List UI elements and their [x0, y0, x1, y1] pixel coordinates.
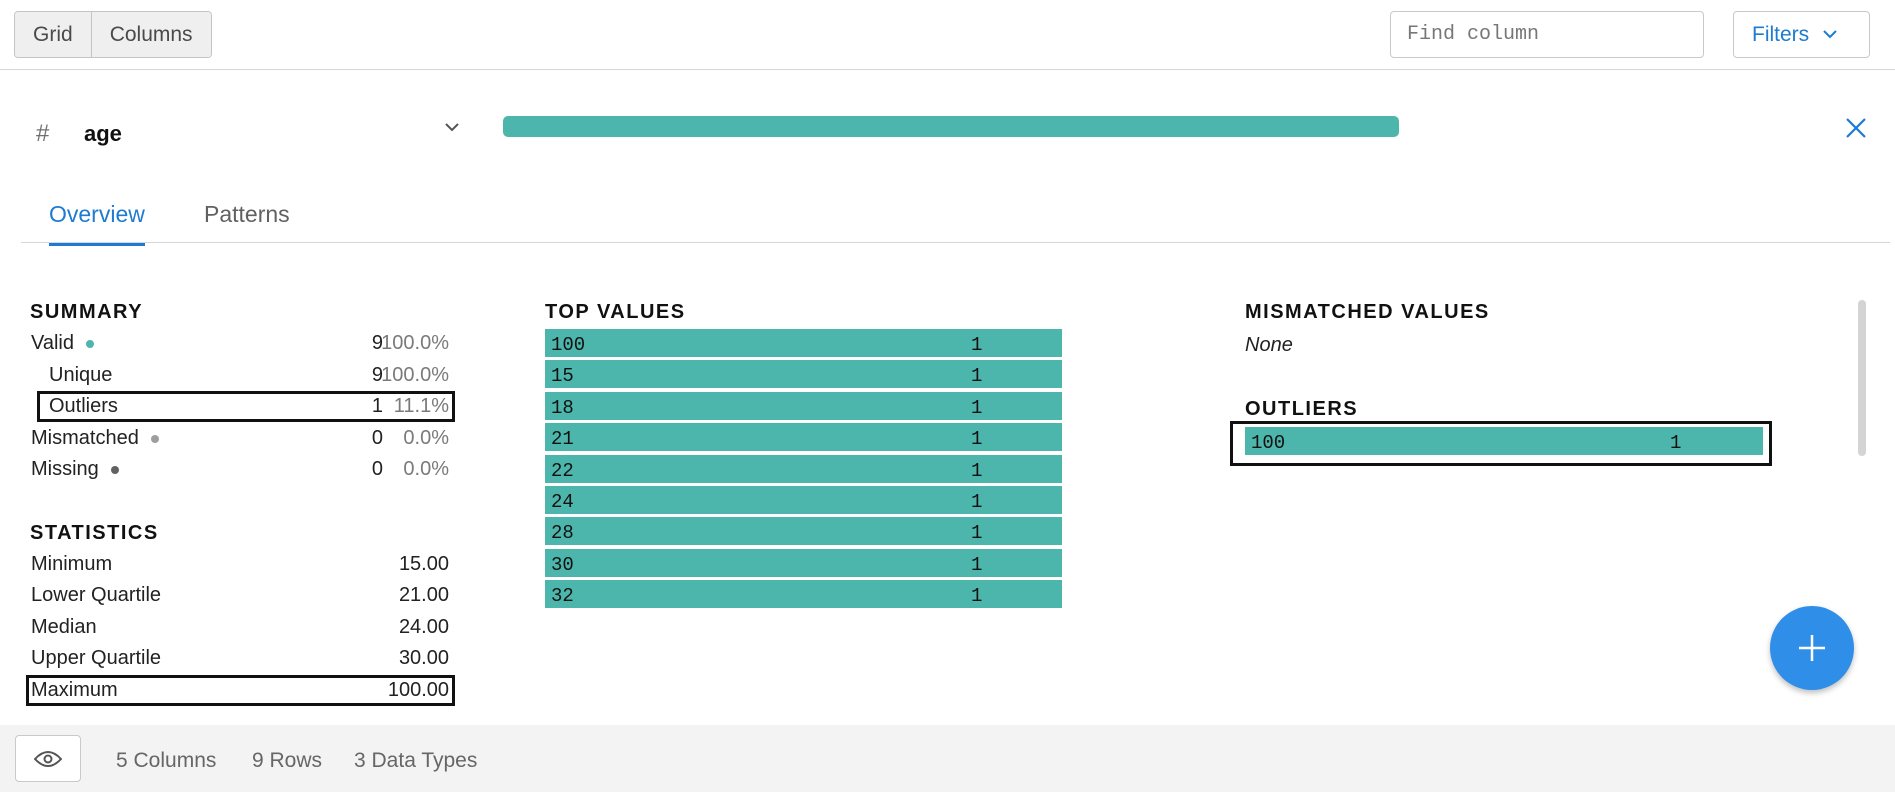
statistic-value: 24.00	[398, 616, 449, 638]
top-value-label: 15	[551, 365, 574, 388]
statistic-value: 30.00	[398, 647, 449, 669]
outliers-title: OUTLIERS	[1245, 398, 1359, 420]
mismatched-dot-icon	[150, 434, 159, 443]
column-type-icon: #	[36, 120, 50, 147]
statistics-row: Median 24.00	[31, 613, 449, 641]
row-count: 9 Rows	[252, 749, 323, 772]
top-value-count: 1	[971, 491, 983, 513]
statistics-row: Lower Quartile 21.00	[31, 581, 449, 609]
top-value-count: 1	[971, 585, 983, 608]
summary-percent: 100.0%	[381, 332, 449, 354]
top-value-bar[interactable]: 22 1	[545, 454, 1062, 483]
filters-button[interactable]: Filters	[1733, 11, 1870, 58]
column-count: 5 Columns	[116, 749, 217, 772]
close-icon[interactable]	[1845, 117, 1867, 139]
summary-row-valid: Valid 9 100.0%	[31, 329, 449, 357]
top-value-count: 1	[971, 459, 983, 482]
grid-view-button[interactable]: Grid	[15, 12, 91, 57]
summary-label: Unique	[49, 364, 113, 386]
top-value-label: 30	[551, 553, 574, 576]
top-value-bar[interactable]: 30 1	[545, 548, 1062, 577]
find-column-input[interactable]	[1390, 11, 1704, 58]
top-value-label: 24	[551, 491, 574, 513]
statistic-label: Upper Quartile	[31, 647, 162, 669]
missing-label: Missing	[31, 458, 99, 480]
filters-label: Filters	[1752, 22, 1810, 46]
top-value-bar[interactable]: 15 1	[545, 360, 1062, 389]
statistics-row: Upper Quartile 30.00	[31, 644, 449, 672]
view-toggle: Grid Columns	[14, 11, 212, 58]
summary-percent: 0.0%	[403, 427, 449, 449]
chevron-down-icon	[1823, 30, 1837, 39]
top-value-count: 1	[971, 396, 983, 419]
valid-label: Valid	[31, 332, 74, 354]
valid-dot-icon	[86, 339, 94, 348]
top-value-bar[interactable]: 32 1	[545, 580, 1062, 609]
summary-row-mismatched: Mismatched 0 0.0%	[31, 424, 449, 452]
top-value-bar[interactable]: 21 1	[545, 423, 1062, 452]
top-value-bar[interactable]: 18 1	[545, 391, 1062, 420]
top-value-label: 22	[551, 459, 574, 482]
top-toolbar: Grid Columns Filters	[0, 0, 1895, 70]
summary-count: 9	[371, 364, 383, 386]
data-type-count: 3 Data Types	[354, 749, 478, 772]
top-value-count: 1	[971, 553, 983, 576]
mismatched-values-title: MISMATCHED VALUES	[1245, 301, 1490, 323]
summary-label: Missing	[31, 458, 119, 481]
statistic-label: Minimum	[31, 553, 113, 575]
add-button[interactable]	[1770, 606, 1854, 690]
plus-icon	[1799, 635, 1825, 661]
summary-percent: 0.0%	[403, 458, 449, 480]
top-value-count: 1	[971, 334, 983, 356]
top-value-bar[interactable]: 28 1	[545, 517, 1062, 546]
column-select-chevron-icon[interactable]	[444, 122, 460, 132]
mismatched-label: Mismatched	[31, 427, 139, 449]
top-value-bar[interactable]: 24 1	[545, 486, 1062, 514]
scrollbar[interactable]	[1858, 300, 1866, 456]
statistics-row: Minimum 15.00	[31, 550, 449, 578]
summary-title: SUMMARY	[30, 301, 144, 323]
missing-dot-icon	[110, 465, 119, 474]
summary-label: Valid	[31, 332, 94, 355]
tab-patterns[interactable]: Patterns	[204, 201, 290, 228]
statistics-title: STATISTICS	[30, 522, 159, 544]
top-value-label: 28	[551, 522, 574, 545]
top-value-count: 1	[971, 522, 983, 545]
summary-row-unique: Unique 9 100.0%	[31, 361, 449, 389]
eye-icon	[34, 750, 62, 767]
statistic-label: Lower Quartile	[31, 584, 162, 606]
status-bar: 5 Columns 9 Rows 3 Data Types	[0, 725, 1895, 792]
statistic-value: 21.00	[398, 584, 449, 606]
summary-count: 0	[371, 458, 383, 480]
summary-count: 9	[371, 332, 383, 354]
mismatched-values-none: None	[1245, 334, 1293, 356]
columns-view-button[interactable]: Columns	[90, 12, 211, 57]
statistic-value: 15.00	[398, 553, 449, 575]
top-values-title: TOP VALUES	[545, 301, 686, 323]
column-quality-bar	[503, 116, 1399, 137]
tab-overview[interactable]: Overview	[49, 201, 145, 246]
top-value-bar[interactable]: 100 1	[545, 329, 1062, 357]
summary-count: 0	[371, 427, 383, 449]
top-value-label: 18	[551, 396, 574, 419]
top-value-label: 21	[551, 428, 574, 451]
top-value-count: 1	[971, 428, 983, 451]
summary-label: Mismatched	[31, 427, 159, 450]
toggle-visibility-button[interactable]	[15, 735, 81, 782]
statistic-label: Median	[31, 616, 97, 638]
summary-row-missing: Missing 0 0.0%	[31, 455, 449, 483]
outliers-highlight-box	[37, 391, 455, 422]
column-name: age	[84, 121, 122, 146]
maximum-highlight-box	[26, 675, 455, 706]
top-value-label: 32	[551, 585, 574, 608]
top-value-count: 1	[971, 365, 983, 388]
profile-tabs: Overview Patterns	[21, 190, 1890, 246]
summary-percent: 100.0%	[381, 364, 449, 386]
outliers-box-highlight	[1230, 421, 1772, 466]
top-value-label: 100	[551, 334, 586, 356]
